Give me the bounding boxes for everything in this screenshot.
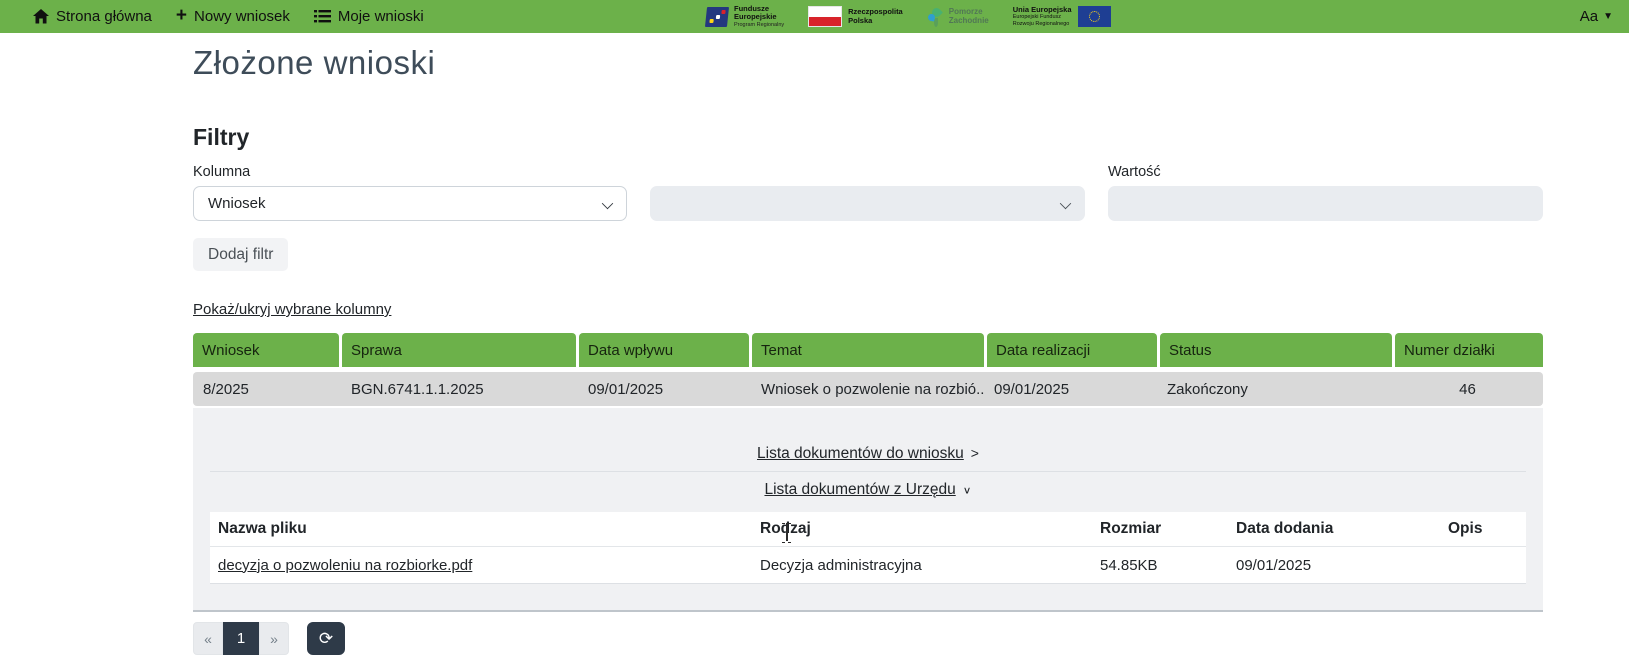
- unia-europejska-logo: Unia Europejska Europejski Fundusz Rozwo…: [1013, 5, 1111, 27]
- nav-item-my-applications[interactable]: Moje wnioski: [314, 8, 424, 25]
- documents-from-office-link-wrap: Lista dokumentów z Urzędu: [193, 481, 1543, 499]
- files-table-header-row: Nazwa pliku Rodzaj Rozmiar Data dodania …: [210, 512, 1526, 547]
- files-header-nazwa-pliku: Nazwa pliku: [218, 520, 760, 538]
- column-header-wniosek: Wniosek: [193, 333, 339, 367]
- logo-text: Program Regionalny: [734, 22, 784, 28]
- cell-temat: Wniosek o pozwolenie na rozbió...: [751, 372, 984, 406]
- navbar-menu: Strona główna + Nowy wniosek Moje wniosk…: [0, 8, 424, 25]
- column-header-data-realizacji: Data realizacji: [987, 333, 1157, 367]
- nav-item-new-application[interactable]: + Nowy wniosek: [176, 8, 290, 25]
- column-header-temat: Temat: [752, 333, 984, 367]
- column-header-numer-dzialki: Numer działki: [1395, 333, 1543, 367]
- documents-from-office-link[interactable]: Lista dokumentów z Urzędu: [764, 481, 971, 498]
- funding-logos: Fundusze Europejskie Program Regionalny …: [706, 3, 1111, 30]
- files-header-opis: Opis: [1448, 520, 1518, 538]
- divider: [210, 471, 1526, 472]
- filters-heading: Filtry: [193, 124, 249, 151]
- toggle-columns-link[interactable]: Pokaż/ukryj wybrane kolumny: [193, 301, 391, 318]
- home-icon: [33, 9, 49, 24]
- plus-icon: +: [176, 6, 187, 25]
- chevron-down-icon: [602, 198, 613, 209]
- logo-text: Europejskie: [734, 13, 784, 22]
- files-table-row: decyzja o pozwoleniu na rozbiorke.pdf De…: [210, 547, 1526, 583]
- poland-flag-icon: [808, 6, 842, 27]
- page-title: Złożone wnioski: [193, 44, 435, 82]
- file-date-added: 09/01/2025: [1236, 557, 1448, 574]
- value-input[interactable]: [1108, 186, 1543, 221]
- documents-to-application-link[interactable]: Lista dokumentów do wniosku: [757, 445, 979, 462]
- refresh-icon: ⟳: [319, 629, 333, 649]
- nav-item-label: Strona główna: [56, 8, 152, 25]
- file-size: 54.85KB: [1100, 557, 1236, 574]
- value-label: Wartość: [1108, 164, 1161, 180]
- cell-wniosek: 8/2025: [193, 372, 341, 406]
- pagination: « 1 » ⟳: [193, 622, 345, 655]
- cell-sprawa: BGN.6741.1.1.2025: [341, 372, 578, 406]
- rzeczpospolita-polska-logo: Rzeczpospolita Polska: [808, 6, 903, 27]
- pagination-prev-button[interactable]: «: [193, 622, 223, 655]
- top-navbar: Strona główna + Nowy wniosek Moje wniosk…: [0, 0, 1629, 33]
- nav-item-home[interactable]: Strona główna: [33, 8, 152, 25]
- cell-numer-dzialki: 46: [1392, 372, 1543, 406]
- column-header-data-wplywu: Data wpływu: [579, 333, 749, 367]
- pagination-next-button[interactable]: »: [259, 622, 289, 655]
- pagination-page-1-button[interactable]: 1: [223, 622, 259, 655]
- refresh-button[interactable]: ⟳: [307, 622, 345, 655]
- files-header-rozmiar: Rozmiar: [1100, 520, 1236, 538]
- eu-flag-icon: [1078, 6, 1111, 27]
- font-size-toggle[interactable]: Aa ▼: [1580, 0, 1613, 33]
- file-type: Decyzja administracyjna: [760, 557, 1100, 574]
- column-label: Kolumna: [193, 164, 250, 180]
- logo-text: Europejski Fundusz: [1013, 14, 1072, 21]
- cell-status: Zakończony: [1157, 372, 1392, 406]
- column-select[interactable]: Wniosek: [193, 186, 627, 221]
- leaf-icon: [927, 7, 943, 27]
- caret-down-icon: ▼: [1603, 11, 1613, 22]
- table-header-row: Wniosek Sprawa Data wpływu Temat Data re…: [193, 333, 1543, 367]
- font-size-label: Aa: [1580, 8, 1598, 25]
- documents-to-application-link-wrap: Lista dokumentów do wniosku: [193, 445, 1543, 463]
- files-header-rodzaj: Rodzaj: [760, 520, 1100, 538]
- submitted-applications-page: Strona główna + Nowy wniosek Moje wniosk…: [0, 0, 1629, 672]
- files-header-data-dodania: Data dodania: [1236, 520, 1448, 538]
- column-header-sprawa: Sprawa: [342, 333, 576, 367]
- operator-select[interactable]: [650, 186, 1085, 221]
- logo-text: Rozwoju Regionalnego: [1013, 21, 1072, 28]
- logo-text: Polska: [848, 17, 903, 26]
- row-details-panel: Lista dokumentów do wniosku Lista dokume…: [193, 408, 1543, 612]
- column-select-value: Wniosek: [208, 195, 266, 212]
- nav-item-label: Moje wnioski: [338, 8, 424, 25]
- file-download-link[interactable]: decyzja o pozwoleniu na rozbiorke.pdf: [218, 557, 472, 574]
- add-filter-button[interactable]: Dodaj filtr: [193, 238, 288, 271]
- fundusze-europejskie-flag-icon: [705, 7, 729, 27]
- pomorze-zachodnie-logo: Pomorze Zachodnie: [927, 7, 989, 27]
- list-icon: [314, 10, 331, 23]
- table-row[interactable]: 8/2025 BGN.6741.1.1.2025 09/01/2025 Wnio…: [193, 372, 1543, 406]
- logo-text: Unia Europejska: [1013, 5, 1072, 14]
- files-table: Nazwa pliku Rodzaj Rozmiar Data dodania …: [210, 512, 1526, 584]
- chevron-down-icon: [1060, 198, 1071, 209]
- logo-text: Zachodnie: [949, 17, 989, 26]
- nav-item-label: Nowy wniosek: [194, 8, 290, 25]
- fundusze-europejskie-logo: Fundusze Europejskie Program Regionalny: [706, 5, 784, 29]
- column-header-status: Status: [1160, 333, 1392, 367]
- cell-data-wplywu: 09/01/2025: [578, 372, 751, 406]
- cell-data-realizacji: 09/01/2025: [984, 372, 1157, 406]
